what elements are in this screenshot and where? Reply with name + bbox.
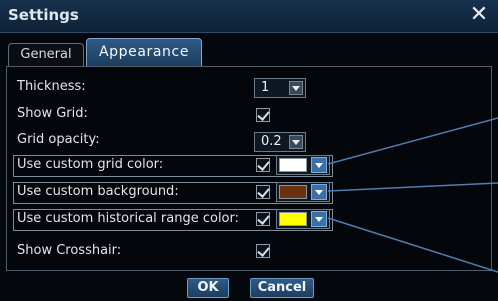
cancel-button[interactable]: Cancel (250, 278, 314, 298)
chevron-down-icon[interactable] (289, 135, 303, 149)
historical-range-color-swatch (279, 212, 307, 226)
thickness-dropdown[interactable]: 1 (254, 78, 306, 98)
show-crosshair-label: Show Crosshair: (17, 243, 122, 258)
grid-opacity-dropdown[interactable]: 0.2 (254, 132, 306, 152)
title-bar: Settings ✕ (0, 0, 498, 33)
custom-grid-color-label: Use custom grid color: (17, 157, 164, 172)
thickness-label: Thickness: (17, 79, 86, 94)
show-crosshair-checkbox[interactable] (256, 244, 270, 258)
background-color-swatch (279, 185, 307, 199)
grid-color-swatch (279, 158, 307, 172)
settings-dialog: Settings ✕ General Appearance Thickness:… (0, 0, 498, 301)
background-color-picker[interactable] (276, 182, 330, 202)
custom-historical-range-checkbox[interactable] (256, 212, 270, 226)
custom-historical-range-label: Use custom historical range color: (17, 211, 240, 226)
custom-background-label: Use custom background: (17, 184, 179, 199)
custom-grid-color-checkbox[interactable] (256, 158, 270, 172)
tab-appearance[interactable]: Appearance (86, 38, 202, 66)
custom-background-checkbox[interactable] (256, 185, 270, 199)
chevron-down-icon[interactable] (311, 157, 327, 173)
grid-color-picker[interactable] (276, 155, 330, 175)
show-crosshair-row: Show Crosshair: (17, 241, 487, 263)
chevron-down-icon[interactable] (289, 81, 303, 95)
grid-opacity-label: Grid opacity: (17, 132, 100, 147)
thickness-row: Thickness: 1 (17, 77, 487, 99)
tab-general[interactable]: General (8, 43, 84, 66)
tab-bar: General Appearance (4, 36, 494, 66)
chevron-down-icon[interactable] (311, 184, 327, 200)
show-grid-checkbox[interactable] (256, 108, 270, 122)
chevron-down-icon[interactable] (311, 211, 327, 227)
show-grid-row: Show Grid: (17, 104, 487, 126)
grid-opacity-value: 0.2 (261, 134, 282, 149)
show-grid-label: Show Grid: (17, 106, 88, 121)
dialog-title: Settings (8, 6, 79, 24)
ok-button[interactable]: OK (187, 278, 229, 298)
appearance-panel: Thickness: 1 Show Grid: Grid opacity: 0.… (6, 66, 492, 271)
historical-range-color-picker[interactable] (276, 209, 330, 229)
close-icon[interactable]: ✕ (466, 2, 492, 28)
grid-opacity-row: Grid opacity: 0.2 (17, 130, 487, 152)
thickness-value: 1 (261, 80, 270, 95)
